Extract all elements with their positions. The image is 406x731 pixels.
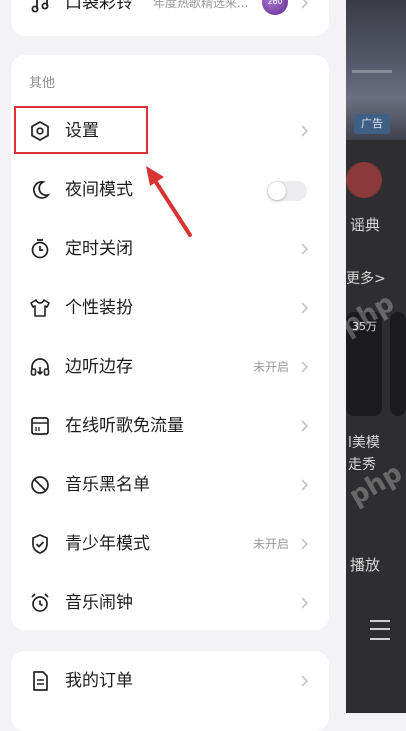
background-label: 谣典 [350, 216, 381, 234]
chevron-right-icon [301, 675, 309, 687]
shirt-icon [30, 299, 50, 317]
moon-icon [32, 181, 51, 199]
settings-highlight-box [14, 106, 148, 154]
chevron-right-icon [301, 597, 309, 609]
menu-item-music-alarm[interactable]: 音乐闹钟 [11, 578, 329, 628]
menu-item-teen-mode[interactable]: 青少年模式 未开启 [11, 519, 329, 569]
background-more-link: 更多> [346, 271, 386, 287]
toggle-knob [268, 182, 286, 200]
menu-item-ringtone[interactable]: 口袋彩铃 年度热歌精选来... 260 [11, 0, 329, 21]
menu-item-personalize[interactable]: 个性装扮 [11, 283, 329, 333]
chevron-right-icon [301, 361, 309, 373]
ringtone-avatar: 260 [262, 0, 288, 15]
background-icon [346, 162, 382, 198]
menu-item-label: 青少年模式 [65, 534, 150, 554]
background-app: 广告 谣典 更多> 35万 l美模 走秀 播放 [346, 0, 406, 713]
alarm-clock-icon [31, 593, 49, 612]
night-mode-toggle[interactable] [267, 181, 307, 201]
menu-item-subtitle: 年度热歌精选来... [153, 0, 249, 10]
chevron-right-icon [301, 420, 309, 432]
top-card: 口袋彩铃 年度热歌精选来... 260 [11, 0, 329, 36]
menu-item-status: 未开启 [252, 360, 289, 374]
menu-item-label: 边听边存 [65, 357, 133, 377]
chevron-right-icon [301, 243, 309, 255]
headphones-download-icon [30, 358, 50, 376]
menu-item-label: 我的订单 [65, 671, 133, 691]
menu-item-blacklist[interactable]: 音乐黑名单 [11, 460, 329, 510]
menu-item-label: 音乐黑名单 [65, 475, 150, 495]
menu-item-listen-save[interactable]: 边听边存 未开启 [11, 342, 329, 392]
chevron-right-icon [301, 538, 309, 550]
menu-item-label: 夜间模式 [65, 180, 133, 200]
timer-icon [31, 239, 49, 259]
orders-card: 我的订单 [11, 651, 329, 731]
chevron-right-icon [301, 302, 309, 314]
red-arrow-annotation [146, 166, 192, 237]
section-title: 其他 [29, 76, 56, 91]
playlist-queue-icon [370, 620, 390, 640]
music-note-icon [31, 0, 49, 13]
menu-item-my-orders[interactable]: 我的订单 [11, 656, 329, 706]
menu-item-label: 音乐闹钟 [65, 593, 133, 613]
block-icon [31, 476, 49, 494]
background-play-label: 播放 [350, 556, 381, 574]
background-card-caption: l美模 [348, 435, 380, 451]
menu-item-label: 定时关闭 [65, 239, 133, 259]
side-drawer: 口袋彩铃 年度热歌精选来... 260 其他 设置 夜间模式 定时关闭 个性装扮… [0, 0, 346, 731]
menu-item-status: 未开启 [252, 537, 289, 551]
chevron-right-icon [301, 0, 309, 9]
menu-item-label: 口袋彩铃 [65, 0, 133, 13]
order-document-icon [33, 671, 48, 691]
menu-item-label: 在线听歌免流量 [65, 416, 184, 436]
shield-check-icon [32, 534, 48, 554]
ad-badge: 广告 [354, 114, 390, 134]
menu-item-label: 个性装扮 [65, 298, 133, 318]
background-card [390, 312, 406, 416]
menu-item-free-data[interactable]: 在线听歌免流量 [11, 401, 329, 451]
chevron-right-icon [301, 479, 309, 491]
chevron-right-icon [301, 125, 309, 137]
sim-card-icon [31, 417, 49, 435]
